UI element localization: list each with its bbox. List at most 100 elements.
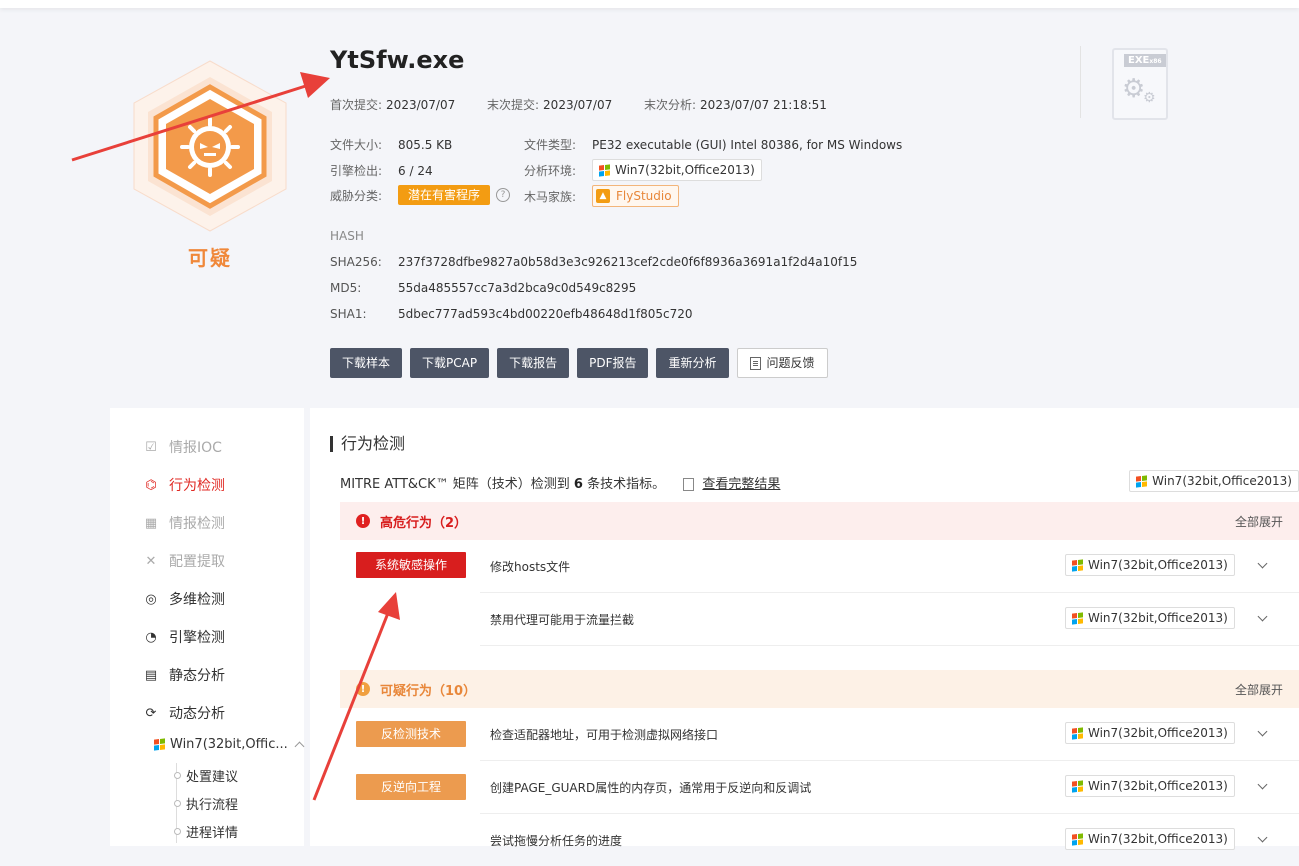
file-name: YtSfw.exe [330,46,465,74]
document-icon [749,356,761,370]
windows-icon [1072,726,1083,740]
family-icon: ▲ [596,189,610,203]
hash-heading: HASH [330,229,364,243]
behavior-text: 修改hosts文件 [490,560,571,574]
sidebar-item-intel[interactable]: ▦ 情报检测 [143,513,225,533]
feedback-button[interactable]: 问题反馈 [736,348,828,378]
sidebar-sub-flow[interactable]: 执行流程 [186,794,238,813]
behavior-row[interactable]: 禁用代理可能用于流量拦截 Win7(32bit,Office2013) [480,593,1299,646]
download-pcap-button[interactable]: 下载PCAP [410,348,490,378]
verdict-label: 可疑 [188,246,232,270]
os-tag: Win7(32bit,Office2013) [1065,607,1235,629]
sidebar-sub-process[interactable]: 进程详情 [186,822,238,841]
sidebar: ☑ 情报IOC ⌬ 行为检测 ▦ 情报检测 ✕ 配置提取 ◎ 多维检测 ◔ 引擎检测 ▤ 静态… [110,408,305,846]
mitre-summary: MITRE ATT&CK™ 矩阵（技术）检测到 6 条技术指标。 查看完整结果 [340,477,781,492]
os-tag: Win7(32bit,Office2013) [592,159,762,181]
engine-detection: 引擎检出: 6 / 24 [330,164,433,178]
monitor-chart-icon: ⌬ [145,477,157,493]
analysis-env: 分析环境: Win7(32bit,Office2013) [524,159,762,181]
behavior-row[interactable]: 创建PAGE_GUARD属性的内存页，通常用于反逆向和反调试 Win7(32bi… [480,761,1299,814]
chevron-down-icon[interactable] [1257,558,1268,569]
category-tag: 反逆向工程 [356,774,466,800]
alert-icon: ! [356,682,370,696]
windows-icon [1072,558,1083,572]
sidebar-item-dynamic[interactable]: ⟳ 动态分析 [143,703,225,723]
list-icon: ▤ [144,667,158,683]
sidebar-item-static[interactable]: ▤ 静态分析 [143,665,225,685]
os-tag: Win7(32bit,Office2013) [1065,722,1235,744]
suspicious-header[interactable]: ! 可疑行为（10） 全部展开 [340,670,1299,708]
os-tag: Win7(32bit,Office2013) [1065,775,1235,797]
threat-tag: 潜在有害程序 [398,185,491,205]
tree-dot [174,772,181,779]
expand-all-button[interactable]: 全部展开 [1235,513,1283,530]
sha1-row: SHA1: 5dbec777ad593c4bd00220efb48648d1f80… [330,307,693,321]
windows-icon [154,738,165,751]
file-type: 文件类型: PE32 executable (GUI) Intel 80386, … [524,138,903,152]
os-filter-tag[interactable]: Win7(32bit,Office2013) [1129,470,1299,492]
behavior-row[interactable]: 检查适配器地址，可用于检测虚拟网络接口 Win7(32bit,Office201… [480,708,1299,761]
top-bar [0,0,1299,8]
pdf-report-button[interactable]: PDF报告 [577,348,649,378]
behavior-row[interactable]: 尝试拖慢分析任务的进度 Win7(32bit,Office2013) [480,814,1299,866]
high-risk-header[interactable]: ! 高危行为（2） 全部展开 [340,502,1299,540]
first-submit: 首次提交: 2023/07/07 [330,98,456,112]
sidebar-sub-advice[interactable]: 处置建议 [186,766,238,785]
sidebar-item-ioc[interactable]: ☑ 情报IOC [143,437,222,457]
chevron-down-icon[interactable] [1257,726,1268,737]
verdict-badge [120,55,300,255]
expand-all-button[interactable]: 全部展开 [1235,681,1283,698]
trojan-family: 木马家族: ▲ FlyStudio [524,185,679,207]
chevron-down-icon[interactable] [1257,779,1268,790]
os-tag: Win7(32bit,Office2013) [1065,828,1235,850]
chevron-down-icon[interactable] [1257,832,1268,843]
download-report-button[interactable]: 下载报告 [497,348,570,378]
download-sample-button[interactable]: 下载样本 [330,348,403,378]
family-tag[interactable]: ▲ FlyStudio [592,185,679,207]
chevron-down-icon[interactable] [1257,611,1268,622]
exe-file-icon: EXEx86 ⚙ ⚙ [1112,48,1168,120]
radar-icon: ◎ [145,591,157,607]
sidebar-item-behavior[interactable]: ⌬ 行为检测 [143,475,225,495]
windows-icon [1072,779,1083,793]
tree-dot [174,828,181,835]
tree-dot [174,800,181,807]
md5-row: MD5: 55da485557cc7a3d2bca9c0d549c8295 [330,281,637,295]
sidebar-item-config[interactable]: ✕ 配置提取 [143,551,225,571]
section-title: 行为检测 [330,436,405,452]
gauge-icon: ◔ [145,629,157,645]
file-size: 文件大小: 805.5 KB [330,138,453,152]
grid-icon: ▦ [144,515,158,531]
shield-check-icon: ☑ [145,439,157,455]
divider [1080,46,1081,118]
suspicious-title: 可疑行为（10） [380,683,477,699]
view-full-results-link[interactable]: 查看完整结果 [702,477,780,492]
windows-icon [1072,611,1083,625]
help-icon[interactable]: ? [496,188,511,202]
os-tag: Win7(32bit,Office2013) [1065,554,1235,576]
behavior-row[interactable]: 修改hosts文件 Win7(32bit,Office2013) [480,540,1299,593]
exe-badge: EXEx86 [1124,54,1166,67]
virus-icon [180,117,240,177]
action-buttons: 下载样本 下载PCAP 下载报告 PDF报告 重新分析 问题反馈 [330,348,828,378]
reanalyze-button[interactable]: 重新分析 [656,348,729,378]
behavior-text: 检查适配器地址，可用于检测虚拟网络接口 [490,728,719,742]
alert-icon: ! [356,514,370,528]
threat-class: 威胁分类: 潜在有害程序 ? [330,185,511,205]
behavior-panel: 行为检测 MITRE ATT&CK™ 矩阵（技术）检测到 6 条技术指标。 查看… [310,408,1299,850]
sha256-row: SHA256: 237f3728dfbe9827a0b58d3e3c926213c… [330,255,858,269]
behavior-text: 禁用代理可能用于流量拦截 [490,613,635,627]
sidebar-item-engine[interactable]: ◔ 引擎检测 [143,627,225,647]
windows-icon [599,163,610,177]
last-analysis: 末次分析: 2023/07/07 21:18:51 [644,98,827,112]
small-gear-icon: ⚙ [1143,90,1156,106]
windows-icon [1136,474,1148,488]
tools-icon: ✕ [145,553,157,569]
high-risk-title: 高危行为（2） [380,515,468,531]
sidebar-item-multi[interactable]: ◎ 多维检测 [143,589,225,609]
behavior-text: 创建PAGE_GUARD属性的内存页，通常用于反逆向和反调试 [490,781,812,795]
category-tag: 反检测技术 [356,721,466,747]
sidebar-os-group[interactable]: Win7(32bit,Offic... [154,737,305,752]
windows-icon [1072,832,1083,846]
behavior-text: 尝试拖慢分析任务的进度 [490,834,623,848]
